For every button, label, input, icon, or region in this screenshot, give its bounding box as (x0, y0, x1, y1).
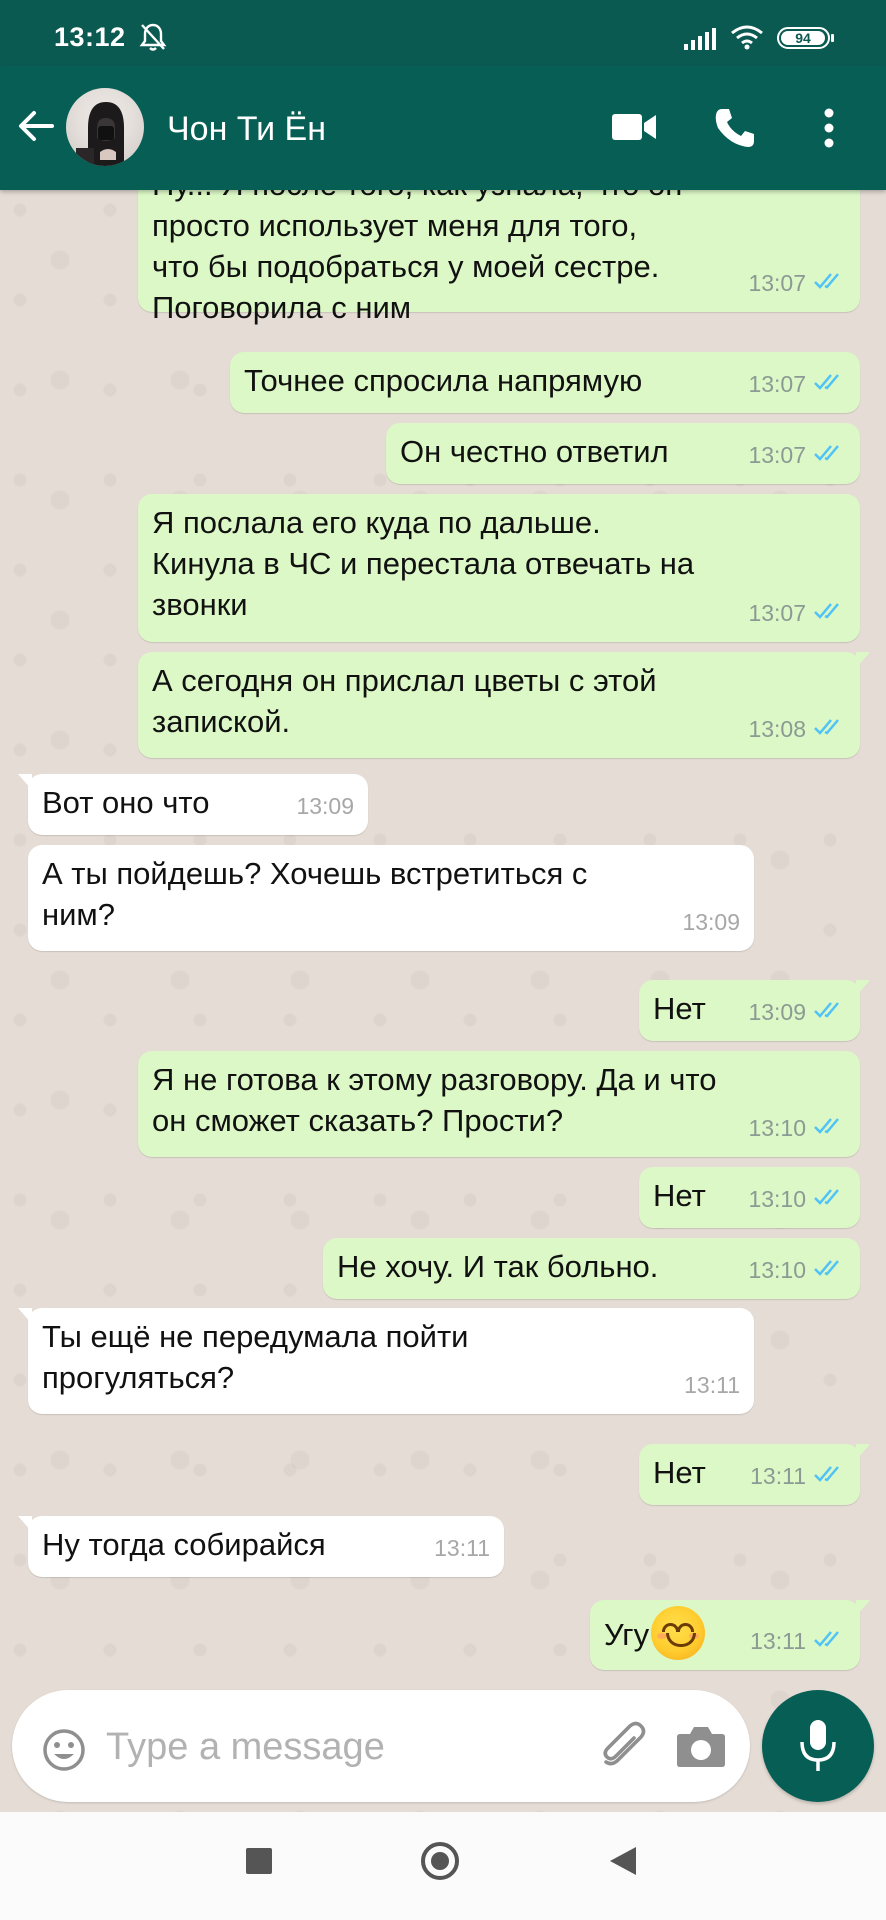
read-ticks-icon (814, 593, 846, 634)
message-outgoing[interactable]: Нет 13:11 (639, 1444, 870, 1505)
message-outgoing[interactable]: Не хочу. И так больно. 13:10 (323, 1238, 860, 1299)
more-vert-icon[interactable] (823, 108, 835, 153)
message-outgoing[interactable]: Ну... Я после того, как узнала, что он п… (138, 190, 860, 325)
mic-button[interactable] (762, 1690, 874, 1802)
message-time: 13:07 (748, 371, 806, 397)
message-meta: 13:10 (748, 1179, 846, 1220)
phone-icon[interactable] (713, 106, 757, 155)
message-outgoing[interactable]: Нет 13:09 (639, 980, 870, 1041)
message-text: А ты пойдешь? Хочешь встретиться с ним? (42, 856, 588, 932)
read-ticks-icon (814, 364, 846, 405)
read-ticks-icon (814, 1456, 846, 1497)
message-time: 13:11 (684, 1372, 740, 1398)
avatar[interactable] (66, 88, 144, 166)
message-outgoing[interactable]: Я послала его куда по дальше. Кинула в Ч… (138, 494, 860, 642)
read-ticks-icon (814, 435, 846, 476)
message-outgoing[interactable]: Он честно ответил 13:07 (386, 423, 860, 484)
recents-button[interactable] (246, 1848, 272, 1874)
message-meta: 13:07 (748, 435, 846, 476)
message-time: 13:09 (682, 909, 740, 935)
message-time: 13:07 (748, 270, 806, 296)
message-time: 13:11 (750, 1463, 806, 1489)
emoji-icon[interactable] (42, 1728, 86, 1777)
message-meta: 13:08 (748, 709, 846, 750)
message-incoming[interactable]: Ты ещё не передумала пойти прогуляться? … (18, 1308, 754, 1414)
message-time: 13:10 (748, 1186, 806, 1212)
read-ticks-icon (814, 1621, 846, 1662)
attach-icon[interactable] (598, 1720, 650, 1777)
message-input[interactable] (104, 1720, 588, 1774)
message-outgoing[interactable]: Я не готова к этому разговору. Да и что … (138, 1051, 860, 1157)
message-meta: 13:10 (748, 1108, 846, 1149)
message-time: 13:09 (748, 999, 806, 1025)
message-meta: 13:11 (750, 1456, 846, 1497)
wifi-icon (730, 24, 764, 55)
message-time: 13:10 (748, 1115, 806, 1141)
message-list[interactable]: Ну... Я после того, как узнала, что он п… (0, 190, 886, 1812)
message-meta: 13:07 (748, 364, 846, 405)
read-ticks-icon (814, 1179, 846, 1220)
message-time: 13:11 (434, 1535, 490, 1561)
message-meta: 13:09 (682, 902, 740, 943)
message-incoming[interactable]: А ты пойдешь? Хочешь встретиться с ним? … (28, 845, 754, 951)
message-outgoing[interactable]: Нет 13:10 (639, 1167, 860, 1228)
message-time: 13:11 (750, 1628, 806, 1654)
battery-level: 94 (781, 31, 825, 45)
message-text: Ты ещё не передумала пойти прогуляться? (42, 1319, 469, 1395)
camera-icon[interactable] (676, 1724, 726, 1773)
message-meta: 13:11 (434, 1528, 490, 1569)
signal-icon (684, 28, 718, 55)
message-meta: 13:09 (748, 992, 846, 1033)
message-meta: 13:07 (748, 263, 846, 304)
message-text-part: Угу (604, 1617, 650, 1653)
video-call-icon[interactable] (612, 112, 658, 147)
chat-header: Чон Ти Ён (0, 66, 886, 190)
back-button[interactable] (608, 1845, 638, 1882)
message-outgoing[interactable]: Точнее спросила напрямую 13:07 (230, 352, 860, 413)
message-meta: 13:09 (296, 786, 354, 827)
home-button[interactable] (421, 1842, 459, 1880)
message-time: 13:10 (748, 1257, 806, 1283)
read-ticks-icon (814, 992, 846, 1033)
message-incoming[interactable]: Ну тогда собирайся 13:11 (18, 1516, 504, 1577)
message-time: 13:08 (748, 716, 806, 742)
message-meta: 13:11 (750, 1621, 846, 1662)
message-time: 13:09 (296, 793, 354, 819)
system-nav-bar (0, 1812, 886, 1920)
message-text: Я послала его куда по дальше. Кинула в Ч… (152, 505, 695, 622)
message-time: 13:07 (748, 442, 806, 468)
message-meta: 13:10 (748, 1250, 846, 1291)
read-ticks-icon (814, 263, 846, 304)
smiling-face-emoji (651, 1606, 706, 1660)
read-ticks-icon (814, 1108, 846, 1149)
contact-name[interactable]: Чон Ти Ён (167, 110, 326, 149)
message-text: Ну... Я после того, как узнала, что он п… (152, 190, 682, 325)
message-outgoing[interactable]: А сегодня он прислал цветы с этой записк… (138, 652, 870, 758)
message-outgoing[interactable]: Угу 13:11 (590, 1600, 870, 1670)
status-time: 13:12 (54, 22, 126, 52)
back-arrow-icon[interactable] (16, 106, 56, 151)
message-time: 13:07 (748, 600, 806, 626)
message-text: Я не готова к этому разговору. Да и что … (152, 1062, 717, 1138)
message-meta: 13:07 (748, 593, 846, 634)
mic-icon (800, 1720, 836, 1771)
message-composer (12, 1690, 750, 1802)
message-meta: 13:11 (684, 1365, 740, 1406)
read-ticks-icon (814, 1250, 846, 1291)
battery-icon: 94 (777, 27, 834, 49)
read-ticks-icon (814, 709, 846, 750)
message-incoming[interactable]: Вот оно что 13:09 (18, 774, 368, 835)
bell-off-icon (139, 22, 167, 57)
status-bar: 13:12 94 (0, 0, 886, 66)
message-text: Ну тогда собирайся (42, 1527, 326, 1562)
message-text: А сегодня он прислал цветы с этой записк… (152, 663, 657, 739)
